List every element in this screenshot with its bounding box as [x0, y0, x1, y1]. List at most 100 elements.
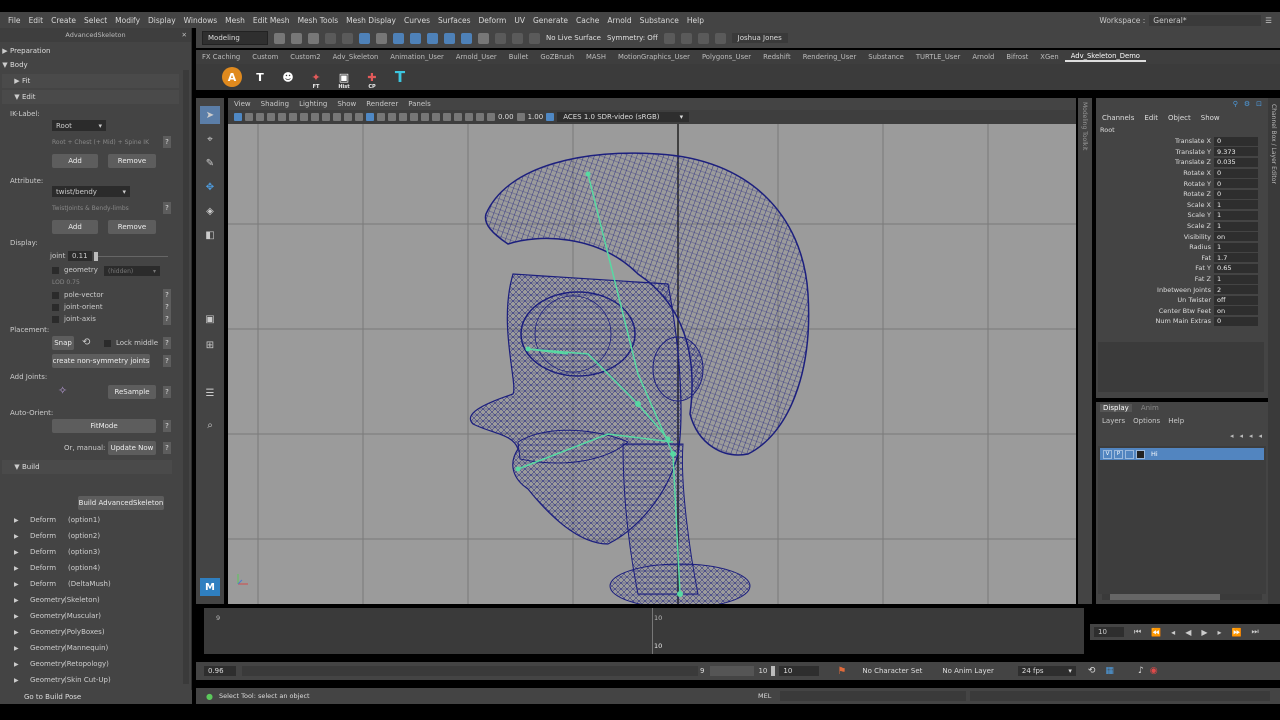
snap-grid-icon[interactable] [393, 32, 404, 44]
record-icon[interactable]: ◉ [1150, 666, 1158, 676]
table-row[interactable]: Translate Y 9.373 [1096, 147, 1268, 158]
table-row[interactable]: Rotate Y0 [1096, 178, 1268, 189]
ik-label-dropdown[interactable]: Root ▾ [52, 120, 106, 131]
gamma-value[interactable]: 1.00 [528, 113, 544, 121]
viewport-menu-panels[interactable]: Panels [408, 100, 431, 108]
lasso-tool-icon[interactable]: ⌖ [200, 130, 220, 148]
selected-object-name[interactable]: Root [1096, 126, 1268, 136]
table-row[interactable]: Fat Z1 [1096, 274, 1268, 285]
pole-vector-checkbox[interactable]: pole-vector [52, 291, 104, 299]
ft-shelf-icon[interactable]: ✦ FT [306, 67, 326, 91]
viewport-menu-shading[interactable]: Shading [261, 100, 289, 108]
current-frame-field[interactable]: 10 [1094, 627, 1124, 637]
attr-value[interactable]: 0 [1214, 168, 1258, 178]
table-row[interactable]: Translate X0 [1096, 136, 1268, 147]
help-icon[interactable]: ? [163, 136, 171, 148]
layer-scrollbar-thumb[interactable] [1110, 594, 1220, 600]
table-row[interactable]: Scale X1 [1096, 200, 1268, 211]
table-row[interactable]: Num Main Extras 0 [1096, 316, 1268, 327]
new-layer-selected-icon[interactable]: ◂ [1258, 432, 1262, 440]
gamma-icon[interactable] [516, 113, 525, 121]
attr-value[interactable]: off [1214, 295, 1258, 305]
list-item[interactable]: ▶ Deform (DeltaMush) [0, 576, 180, 592]
shelf-tab-polygons-user[interactable]: Polygons_User [696, 53, 757, 61]
snap-point-icon[interactable] [427, 32, 438, 44]
build-advancedskeleton-button[interactable]: Build AdvancedSkeleton [78, 496, 164, 510]
snap-button[interactable]: Snap [52, 336, 74, 350]
layer-playback-toggle[interactable]: P [1114, 449, 1123, 459]
move-layer-up-icon[interactable]: ◂ [1230, 432, 1234, 440]
history-icon[interactable] [495, 32, 506, 44]
table-row[interactable]: Rotate Z0 [1096, 189, 1268, 200]
wireframe-icon[interactable] [366, 113, 374, 121]
hypershade-icon[interactable] [714, 32, 726, 44]
list-item[interactable]: ▶ Geometry (Mannequin) [0, 640, 180, 656]
modeling-toolkit-strip[interactable]: Modeling Toolkit [1078, 98, 1092, 604]
channel-box-layer-editor-tab[interactable]: Channel Box / Layer Editor [1268, 98, 1280, 604]
channel-menu-channels[interactable]: Channels [1102, 114, 1134, 122]
shelf-tab-custom2[interactable]: Custom2 [284, 53, 326, 61]
select-mode-icon[interactable] [359, 32, 370, 44]
animation-start-field[interactable]: 0.96 [204, 666, 236, 676]
sound-icon[interactable]: ♪ [1138, 666, 1144, 676]
attr-value[interactable]: 0 [1214, 316, 1258, 326]
play-backward-icon[interactable]: ◀ [1185, 628, 1191, 637]
shelf-tab-rendering-user[interactable]: Rendering_User [797, 53, 863, 61]
attr-value[interactable]: 2 [1214, 285, 1258, 295]
live-surface-label[interactable]: No Live Surface [546, 34, 601, 42]
shelf-tab-xgen[interactable]: XGen [1034, 53, 1064, 61]
ik-remove-button[interactable]: Remove [108, 154, 156, 168]
outliner-icon[interactable]: ☰ [200, 384, 220, 402]
menu-modify[interactable]: Modify [111, 16, 144, 25]
skull-shelf-icon[interactable]: ☻ [278, 67, 298, 87]
shelf-tab-redshift[interactable]: Redshift [757, 53, 797, 61]
menu-create[interactable]: Create [47, 16, 80, 25]
layer-menu-layers[interactable]: Layers [1102, 417, 1125, 425]
field-chart-icon[interactable] [344, 113, 352, 121]
render-settings-icon[interactable] [697, 32, 709, 44]
time-slider[interactable]: 9 10 10 [204, 608, 1084, 654]
range-slider[interactable] [242, 666, 698, 676]
save-scene-icon[interactable] [308, 32, 319, 44]
attr-value[interactable]: 1 [1214, 200, 1258, 210]
ao-icon[interactable] [432, 113, 440, 121]
attr-value[interactable]: 0.035 [1214, 157, 1258, 167]
default-material-icon[interactable] [388, 113, 396, 121]
menu-edit[interactable]: Edit [25, 16, 48, 25]
shelf-tab-custom[interactable]: Custom [246, 53, 284, 61]
ipr-icon[interactable] [680, 32, 692, 44]
shelf-tab-animation-user[interactable]: Animation_User [384, 53, 450, 61]
help-icon[interactable]: ? [163, 289, 171, 301]
fps-dropdown[interactable]: 24 fps ▾ [1017, 666, 1076, 676]
scale-tool-icon[interactable]: ◧ [200, 226, 220, 244]
table-row[interactable]: Fat 1.7 [1096, 253, 1268, 264]
resample-button[interactable]: ReSample [108, 385, 156, 399]
go-to-build-pose-button[interactable]: Go to Build Pose [0, 690, 192, 704]
table-row[interactable]: Inbetween Joints 2 [1096, 284, 1268, 295]
update-now-button[interactable]: Update Now [108, 441, 156, 455]
list-item[interactable]: ▶ Geometry (Skeleton) [0, 592, 180, 608]
step-forward-frame-icon[interactable]: ▸ [1218, 628, 1222, 637]
table-row[interactable]: Rotate X0 [1096, 168, 1268, 179]
anim-layer-label[interactable]: No Anim Layer [942, 667, 993, 675]
animation-end-field[interactable]: 10 [779, 666, 820, 676]
attr-value[interactable]: on [1214, 232, 1258, 242]
list-item[interactable]: ▶ Geometry (Muscular) [0, 608, 180, 624]
menu-arnold[interactable]: Arnold [603, 16, 635, 25]
attr-value[interactable]: 9.373 [1214, 147, 1258, 157]
go-to-end-icon[interactable]: ⏭ [1251, 627, 1258, 637]
redo-icon[interactable] [342, 32, 353, 44]
workspace-dropdown[interactable]: General* [1149, 14, 1262, 26]
open-scene-icon[interactable] [291, 32, 302, 44]
workspace-menu-icon[interactable]: ☰ [1265, 16, 1272, 25]
bookmark-icon[interactable] [256, 113, 264, 121]
viewport-menu-renderer[interactable]: Renderer [366, 100, 398, 108]
2d-pan-icon[interactable] [278, 113, 286, 121]
isolate-icon[interactable] [454, 113, 462, 121]
new-scene-icon[interactable] [274, 32, 285, 44]
table-row[interactable]: Scale Y1 [1096, 210, 1268, 221]
layer-menu-options[interactable]: Options [1133, 417, 1160, 425]
hist-shelf-icon[interactable]: ▣ Hist [334, 67, 354, 91]
gate-mask-icon[interactable] [333, 113, 341, 121]
add-joints-icon[interactable]: ✧ [58, 384, 67, 397]
